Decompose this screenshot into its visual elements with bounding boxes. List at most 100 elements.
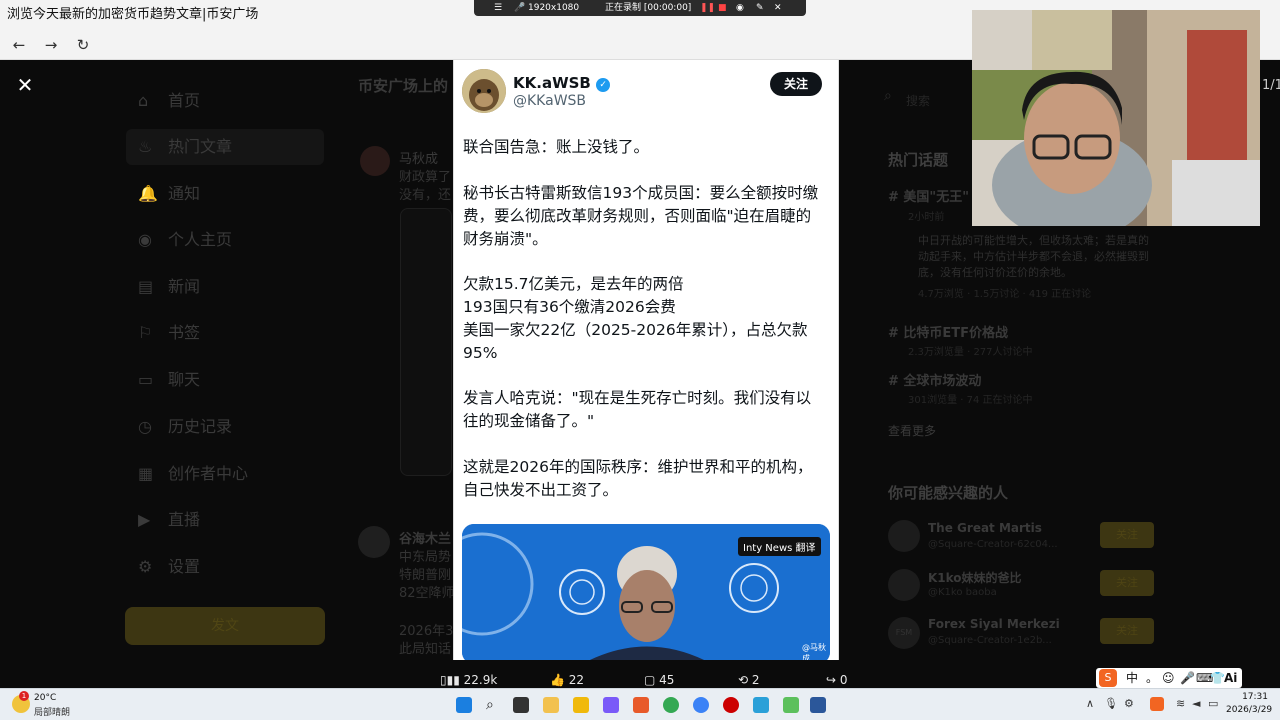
app-icon[interactable] <box>693 697 709 713</box>
tweet-video[interactable]: Inty News 翻译 @马秋成 <box>462 524 830 660</box>
mic-icon[interactable]: 🎙 <box>1104 697 1118 710</box>
sidebar-item-settings[interactable]: ⚙ 设置 <box>138 552 200 582</box>
task-view-icon[interactable] <box>513 697 529 713</box>
skin-icon[interactable]: 👕 <box>1210 668 1225 688</box>
like-button[interactable]: 👍 22 <box>550 670 584 690</box>
suggest-title: 你可能感兴趣的人 <box>888 484 1009 502</box>
ai-icon[interactable]: Ai <box>1224 668 1237 688</box>
author-name[interactable]: KK.aWSB ✓ <box>513 74 611 92</box>
webcam-overlay <box>972 10 1260 226</box>
person-name[interactable]: The Great Martis <box>928 521 1042 535</box>
chat-icon: ▭ <box>138 370 154 389</box>
wifi-icon[interactable]: ≋ <box>1176 697 1185 710</box>
recorder-status: 正在录制 [00:00:00] <box>605 3 692 13</box>
forward-icon[interactable]: → <box>40 34 62 56</box>
clock-time[interactable]: 17:31 <box>1232 692 1268 702</box>
recorder-resolution: 1920x1080 <box>528 3 580 13</box>
back-icon[interactable]: ← <box>8 34 30 56</box>
sidebar-item-history[interactable]: ◷ 历史记录 <box>138 412 232 442</box>
app-icon[interactable] <box>603 697 619 713</box>
menu-icon[interactable]: ☰ <box>494 0 502 16</box>
person-name[interactable]: K1ko妹妹的爸比 <box>928 569 1022 586</box>
sidebar-item-hot[interactable]: ♨ 热门文章 <box>138 132 232 162</box>
feed-author: 谷海木兰 <box>399 532 452 547</box>
follow-person-button[interactable]: 关注 <box>1100 522 1154 548</box>
pen-icon[interactable]: ✎ <box>756 0 764 16</box>
topic-title[interactable]: # 全球市场波动 <box>888 370 981 389</box>
person-avatar[interactable] <box>888 520 920 552</box>
chrome-icon[interactable] <box>663 697 679 713</box>
binance-icon[interactable] <box>573 697 589 713</box>
sidebar-item-creator[interactable]: ▦ 创作者中心 <box>138 459 248 489</box>
app-icon[interactable] <box>753 697 769 713</box>
tray-chevron-icon[interactable]: ∧ <box>1086 697 1094 710</box>
topic-title[interactable]: # 美国"无王" <box>888 186 969 205</box>
tweet-paragraph: 联合国告急：账上没钱了。 <box>463 138 650 156</box>
sidebar-item-notifications[interactable]: 🔔 通知 <box>138 179 200 209</box>
verified-badge-icon: ✓ <box>596 78 611 92</box>
comment-button[interactable]: ▢ 45 <box>644 670 674 690</box>
sidebar-item-profile[interactable]: ◉ 个人主页 <box>138 225 232 255</box>
search-icon[interactable]: ⌕ <box>486 697 502 713</box>
person-name[interactable]: Forex Siyal Merkezi <box>928 617 1060 631</box>
sogou-tray-icon[interactable] <box>1150 697 1164 711</box>
stop-icon[interactable]: ■ <box>718 0 727 16</box>
ime-chinese-mode[interactable]: 中 <box>1126 668 1138 688</box>
close-viewer-icon[interactable]: ✕ <box>14 74 36 96</box>
feed-text: 财政算了 <box>399 170 452 185</box>
tweet-paragraph: 秘书长古特雷斯致信193个成员国：要么全额按时缴费，要么彻底改革财务规则，否则面… <box>463 184 819 248</box>
topic-title[interactable]: # 比特币ETF价格战 <box>888 322 1008 341</box>
sidebar-item-bookmarks[interactable]: ⚐ 书签 <box>138 318 200 348</box>
feed-author: 马秋成 <box>399 152 439 167</box>
sogou-logo-icon[interactable]: S <box>1099 669 1117 687</box>
camera-icon[interactable]: ◉ <box>736 0 744 16</box>
sidebar-item-live[interactable]: ▶ 直播 <box>138 505 200 535</box>
feed-avatar <box>360 146 390 176</box>
topic-desc: 中日开战的可能性增大，但收场太难；若是真的动起手来，中方估计半步都不会退，必然摧… <box>918 234 1149 279</box>
search-app-icon[interactable] <box>633 697 649 713</box>
views-button[interactable]: ▯▮▮ 22.9k <box>440 670 497 690</box>
share-button[interactable]: ↪ 0 <box>826 670 848 690</box>
author-avatar[interactable] <box>462 69 506 113</box>
sidebar-item-home[interactable]: ⌂ 首页 <box>138 86 200 116</box>
weather-desc: 局部晴朗 <box>34 708 71 718</box>
media-translate-badge[interactable]: Inty News 翻译 <box>738 537 821 556</box>
person-handle: @K1ko baoba <box>928 587 997 598</box>
pause-icon[interactable]: ❚❚ <box>700 0 715 16</box>
search-icon[interactable]: ⌕ <box>884 88 892 104</box>
volume-icon[interactable]: ◄ <box>1192 697 1200 710</box>
follow-button[interactable]: 关注 <box>770 72 822 96</box>
see-more-link[interactable]: 查看更多 <box>888 422 936 439</box>
person-avatar[interactable] <box>888 569 920 601</box>
notification-badge: 1 <box>19 691 29 701</box>
close-icon[interactable]: ✕ <box>774 0 782 16</box>
battery-icon[interactable]: ▭ <box>1208 697 1218 710</box>
repost-button[interactable]: ⟲ 2 <box>738 670 760 690</box>
person-avatar[interactable]: FSM <box>888 617 920 649</box>
post-button[interactable]: 发文 <box>125 607 325 645</box>
ime-punctuation[interactable]: 。 <box>1146 668 1158 688</box>
recorder-icon[interactable] <box>723 697 739 713</box>
word-icon[interactable] <box>810 697 826 713</box>
sidebar-item-chat[interactable]: ▭ 聊天 <box>138 365 200 395</box>
settings-icon[interactable]: ⚙ <box>1124 697 1134 710</box>
wechat-icon[interactable] <box>783 697 799 713</box>
bookmark-icon: ⚐ <box>138 323 153 342</box>
follow-person-button[interactable]: 关注 <box>1100 570 1154 596</box>
topic-meta: 2.3万浏览量 · 277人讨论中 <box>908 347 1033 358</box>
feed-text: 2026年3 <box>399 624 454 639</box>
sidebar-item-news[interactable]: ▤ 新闻 <box>138 272 200 302</box>
clock-date[interactable]: 2026/3/29 <box>1226 705 1272 715</box>
tweet-paragraph: 美国一家欠22亿（2025-2026年累计），占总欠款95% <box>463 321 808 362</box>
search-input[interactable]: 搜索 <box>906 92 930 109</box>
follow-person-button[interactable]: 关注 <box>1100 618 1154 644</box>
trending-title: 热门话题 <box>888 151 949 169</box>
windows-start-icon[interactable] <box>456 697 472 713</box>
mic-icon[interactable]: 🎤 <box>1180 668 1195 688</box>
emoji-icon[interactable]: ☺ <box>1162 668 1175 688</box>
reload-icon[interactable]: ↻ <box>72 34 94 56</box>
mic-icon[interactable]: 🎤 <box>514 0 525 16</box>
feed-text: 没有，还 <box>399 188 452 203</box>
clock-icon: ◷ <box>138 417 152 436</box>
file-explorer-icon[interactable] <box>543 697 559 713</box>
